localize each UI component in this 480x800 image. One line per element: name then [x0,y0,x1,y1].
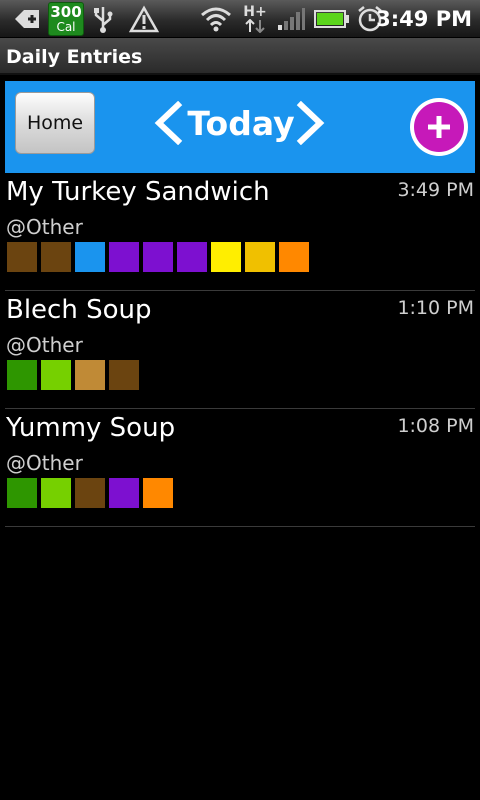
signal-icon [276,0,306,38]
wifi-icon [199,0,233,38]
calorie-count: 300 [50,3,82,21]
color-swatch [109,242,139,272]
color-swatch [211,242,241,272]
calorie-unit: Cal [56,20,76,34]
add-notification-icon [10,0,44,38]
color-swatch [41,242,71,272]
list-item[interactable]: Yummy Soup 1:08 PM @Other [5,409,475,527]
color-swatch [75,242,105,272]
entry-category: @Other [6,451,83,475]
entry-category: @Other [6,215,83,239]
date-navigation-header: Home Today [5,81,475,173]
network-type-icon: H+ [240,0,270,38]
previous-day-button[interactable] [152,100,184,146]
entry-color-swatches [7,360,143,390]
color-swatch [279,242,309,272]
list-item[interactable]: Blech Soup 1:10 PM @Other [5,291,475,409]
entry-name: Yummy Soup [6,413,176,443]
next-day-button[interactable] [295,100,327,146]
entry-name: My Turkey Sandwich [6,177,270,207]
status-time: 3:49 PM [376,7,472,31]
network-label: H+ [243,4,267,20]
list-item[interactable]: My Turkey Sandwich 3:49 PM @Other [5,173,475,291]
chevron-right-icon [296,100,325,146]
title-bar: Daily Entries [0,38,480,75]
color-swatch [41,478,71,508]
battery-icon [313,0,351,38]
entry-color-swatches [7,478,177,508]
color-swatch [109,360,139,390]
plus-icon [428,116,450,138]
color-swatch [75,478,105,508]
status-bar: 300 Cal H+ 3:49 PM [0,0,480,38]
entry-time: 1:08 PM [397,415,474,437]
color-swatch [245,242,275,272]
entry-color-swatches [7,242,313,272]
color-swatch [109,478,139,508]
entry-name: Blech Soup [6,295,152,325]
chevron-left-icon [154,100,183,146]
color-swatch [7,478,37,508]
color-swatch [7,360,37,390]
color-swatch [143,242,173,272]
color-swatch [7,242,37,272]
add-entry-button[interactable] [410,98,468,156]
color-swatch [143,478,173,508]
home-button[interactable]: Home [15,92,95,154]
warning-icon [127,0,161,38]
page-title: Daily Entries [6,45,143,68]
color-swatch [75,360,105,390]
usb-icon [90,0,116,38]
current-date-label[interactable]: Today [187,93,294,153]
entry-category: @Other [6,333,83,357]
entry-time: 1:10 PM [397,297,474,319]
calorie-badge: 300 Cal [48,2,84,36]
entry-time: 3:49 PM [397,179,474,201]
color-swatch [41,360,71,390]
color-swatch [177,242,207,272]
